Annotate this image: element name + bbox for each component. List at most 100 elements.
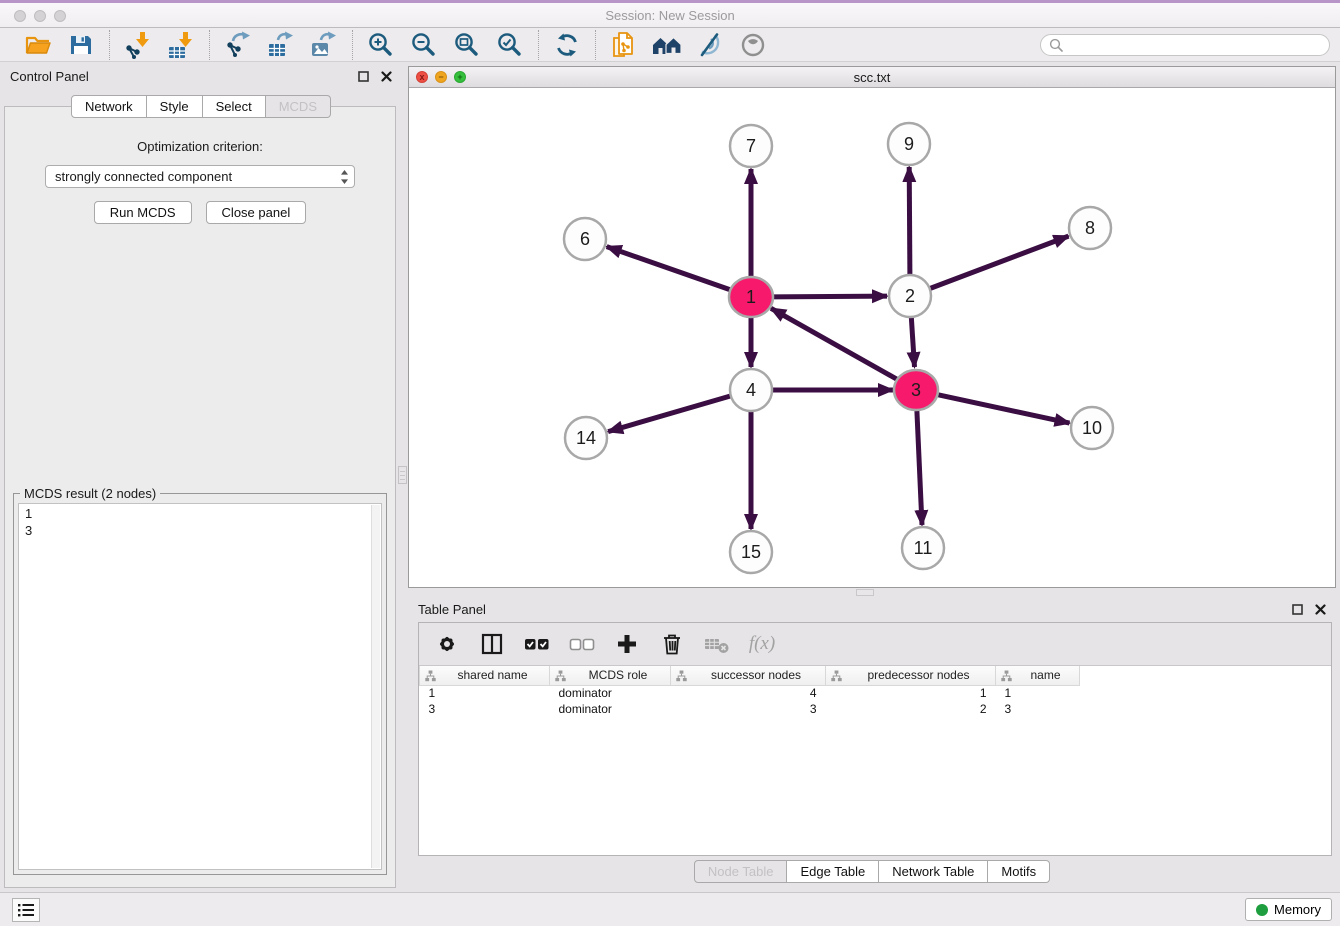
network-canvas[interactable]: 7 9 6 8 1 2 4 3 14 10 15 11: [409, 88, 1335, 587]
graph-node-9[interactable]: 9: [888, 123, 930, 165]
graph-node-3[interactable]: 3: [894, 370, 938, 410]
graph-node-7[interactable]: 7: [730, 125, 772, 167]
graph-edge-4-14[interactable]: [608, 396, 731, 432]
graph-node-14[interactable]: 14: [565, 417, 607, 459]
add-column-button[interactable]: [614, 631, 640, 657]
graph-node-6[interactable]: 6: [564, 218, 606, 260]
close-panel-button[interactable]: Close panel: [206, 201, 307, 224]
tab-select[interactable]: Select: [203, 95, 266, 118]
table-tabs: Node TableEdge TableNetwork TableMotifs: [408, 860, 1336, 883]
save-session-button[interactable]: [66, 30, 96, 60]
result-scrollbar[interactable]: [371, 505, 380, 868]
table-options-button[interactable]: [434, 631, 460, 657]
graph-node-8[interactable]: 8: [1069, 207, 1111, 249]
hide-graphics-details-button[interactable]: [695, 30, 725, 60]
tab-motifs[interactable]: Motifs: [988, 860, 1050, 883]
column-header-name[interactable]: name: [996, 666, 1080, 685]
tree-hierarchy-icon: [831, 670, 842, 685]
houses-icon: [652, 32, 682, 58]
graph-edge-2-8[interactable]: [930, 236, 1069, 289]
hide-graphics-icon: [697, 32, 723, 58]
network-graph: 7 9 6 8 1 2 4 3 14 10 15 11: [409, 88, 1335, 587]
delete-table-icon: [704, 632, 730, 656]
network-window-titlebar[interactable]: x − + scc.txt: [409, 67, 1335, 88]
graph-node-15[interactable]: 15: [730, 531, 772, 573]
export-network-button[interactable]: [223, 30, 253, 60]
tab-network[interactable]: Network: [71, 95, 147, 118]
graph-node-1[interactable]: 1: [729, 277, 773, 317]
control-panel-header: Control Panel: [0, 62, 402, 88]
search-input[interactable]: [1068, 37, 1321, 52]
tab-network-table[interactable]: Network Table: [879, 860, 988, 883]
graph-edge-1-6[interactable]: [607, 247, 732, 291]
maximize-network-button[interactable]: +: [454, 71, 466, 83]
delete-table-button[interactable]: [704, 631, 730, 657]
graph-node-11[interactable]: 11: [902, 527, 944, 569]
float-table-panel-button[interactable]: [1292, 604, 1303, 615]
eye-icon: [739, 31, 767, 59]
function-builder-button[interactable]: f(x): [749, 631, 775, 657]
vertical-splitter-handle[interactable]: [398, 466, 407, 484]
export-image-button[interactable]: [309, 30, 339, 60]
minimize-window-button[interactable]: [34, 10, 46, 22]
import-table-button[interactable]: [166, 30, 196, 60]
table-row[interactable]: 1dominator411: [420, 685, 1080, 701]
svg-text:10: 10: [1082, 418, 1102, 438]
column-header-MCDS-role[interactable]: MCDS role: [550, 666, 671, 685]
show-column-panel-button[interactable]: [479, 631, 505, 657]
column-header-successor-nodes[interactable]: successor nodes: [671, 666, 826, 685]
export-table-button[interactable]: [266, 30, 296, 60]
optimization-criterion-select[interactable]: strongly connected component: [45, 165, 355, 188]
import-network-button[interactable]: [123, 30, 153, 60]
graph-node-4[interactable]: 4: [730, 369, 772, 411]
close-table-panel-button[interactable]: [1315, 604, 1326, 615]
deselect-all-columns-button[interactable]: [569, 631, 595, 657]
function-icon: f(x): [749, 633, 775, 655]
select-all-columns-button[interactable]: [524, 631, 550, 657]
mcds-result-list[interactable]: 1 3: [18, 503, 382, 870]
zoom-fit-button[interactable]: [452, 30, 482, 60]
search-field[interactable]: [1040, 34, 1330, 56]
clone-network-button[interactable]: [609, 30, 639, 60]
column-header-shared-name[interactable]: shared name: [420, 666, 550, 685]
close-icon: [381, 71, 392, 82]
graph-edge-2-9[interactable]: [909, 167, 910, 275]
tree-hierarchy-icon: [1001, 670, 1012, 685]
tab-style[interactable]: Style: [147, 95, 203, 118]
zoom-selected-button[interactable]: [495, 30, 525, 60]
graph-edge-3-10[interactable]: [937, 394, 1070, 423]
zoom-out-button[interactable]: [409, 30, 439, 60]
minimize-network-button[interactable]: −: [435, 71, 447, 83]
tab-node-table[interactable]: Node Table: [694, 860, 788, 883]
close-control-panel-button[interactable]: [381, 71, 392, 82]
svg-text:14: 14: [576, 428, 596, 448]
open-session-button[interactable]: [23, 30, 53, 60]
graph-edge-3-11[interactable]: [917, 411, 922, 525]
zoom-in-button[interactable]: [366, 30, 396, 60]
window-controls[interactable]: [14, 10, 66, 22]
refresh-view-button[interactable]: [552, 30, 582, 60]
graph-node-10[interactable]: 10: [1071, 407, 1113, 449]
close-network-button[interactable]: x: [416, 71, 428, 83]
close-window-button[interactable]: [14, 10, 26, 22]
run-mcds-button[interactable]: Run MCDS: [94, 201, 192, 224]
unchecked-boxes-icon: [569, 631, 595, 657]
delete-columns-button[interactable]: [659, 631, 685, 657]
show-graphics-details-button[interactable]: [738, 30, 768, 60]
memory-button[interactable]: Memory: [1245, 898, 1332, 921]
show-all-networks-button[interactable]: [652, 30, 682, 60]
tab-mcds[interactable]: MCDS: [266, 95, 331, 118]
tab-edge-table[interactable]: Edge Table: [787, 860, 879, 883]
task-history-button[interactable]: [12, 898, 40, 922]
control-panel-title: Control Panel: [10, 69, 89, 84]
svg-text:15: 15: [741, 542, 761, 562]
graph-edge-3-1[interactable]: [771, 308, 898, 379]
graph-edge-1-2[interactable]: [772, 296, 887, 297]
float-control-panel-button[interactable]: [358, 71, 369, 82]
graph-edge-2-3[interactable]: [911, 317, 914, 367]
zoom-window-button[interactable]: [54, 10, 66, 22]
table-row[interactable]: 3dominator323: [420, 701, 1080, 717]
column-header-predecessor-nodes[interactable]: predecessor nodes: [826, 666, 996, 685]
table-toolbar: f(x): [419, 623, 1331, 666]
graph-node-2[interactable]: 2: [889, 275, 931, 317]
